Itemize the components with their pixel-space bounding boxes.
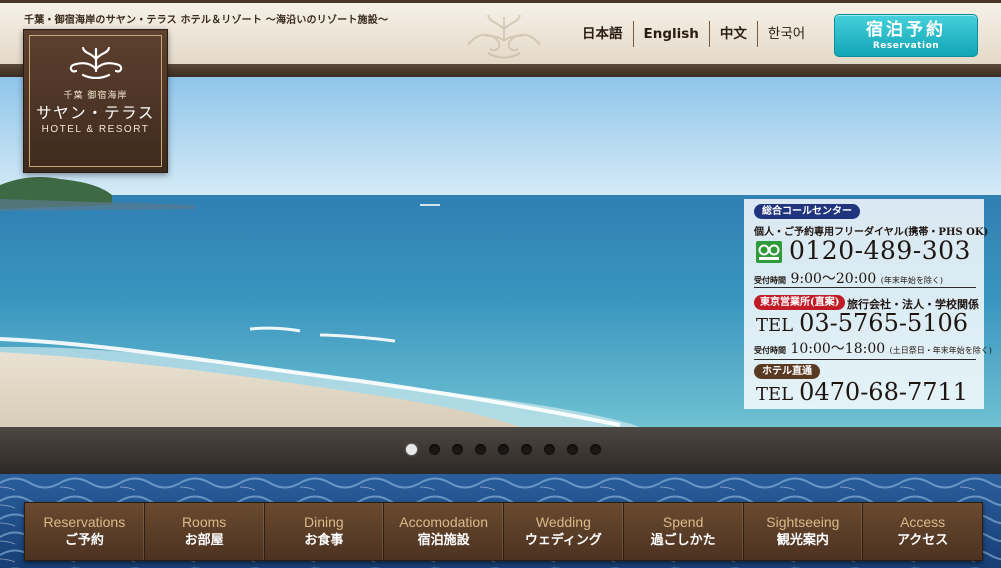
tokyo-hours-label: 受付時間	[754, 345, 786, 355]
nav-rooms[interactable]: Rooms お部屋	[145, 503, 265, 560]
nav-label-en: Dining	[304, 514, 344, 530]
decorative-ornament-icon	[467, 14, 541, 59]
nav-reservations[interactable]: Reservations ご予約	[25, 503, 145, 560]
site-tagline: 千葉・御宿海岸のサヤン・テラス ホテル＆リゾート 〜海沿いのリゾート施設〜	[24, 15, 389, 26]
slider-dot[interactable]	[544, 444, 555, 455]
tokyo-hours-time: 10:00〜18:00	[790, 341, 886, 357]
logo-location: 千葉 御宿海岸	[63, 91, 128, 101]
logo-emblem-icon	[69, 46, 122, 79]
nav-sightseeing[interactable]: Sightseeing 観光案内	[744, 503, 864, 560]
contact-divider	[754, 359, 976, 360]
nav-dining[interactable]: Dining お食事	[265, 503, 385, 560]
nav-accomodation[interactable]: Accomodation 宿泊施設	[384, 503, 504, 560]
nav-label-en: Rooms	[181, 514, 227, 530]
main-navigation: Reservations ご予約 Rooms お部屋 Dining お食事 Ac…	[24, 502, 983, 561]
tokyo-office-badge: 東京営業所(直案)	[754, 295, 846, 310]
nav-label-ja: アクセス	[896, 533, 949, 548]
nav-label-en: Access	[900, 514, 946, 530]
nav-label-en: Sightseeing	[766, 514, 840, 530]
lang-japanese-link[interactable]: 日本語	[572, 21, 633, 47]
reservation-button-sublabel: Reservation	[872, 41, 940, 51]
nav-label-ja: 過ごしかた	[650, 533, 716, 548]
contact-divider	[754, 287, 976, 288]
lang-korean-link[interactable]: 한국어	[756, 21, 815, 47]
nav-wedding[interactable]: Wedding ウェディング	[504, 503, 624, 560]
hotel-direct-phone[interactable]: TEL 0470-68-7711	[756, 378, 968, 406]
freedial-icon	[756, 241, 782, 263]
tel-label: TEL	[756, 315, 794, 336]
call-center-badge: 総合コールセンター	[754, 204, 860, 219]
logo-frame: 千葉 御宿海岸 サヤン・テラス HOTEL & RESORT	[29, 35, 162, 167]
nav-spend[interactable]: Spend 過ごしかた	[624, 503, 744, 560]
language-switcher: 日本語 English 中文 한국어	[572, 21, 815, 47]
reservation-button[interactable]: 宿泊予約 Reservation	[834, 14, 978, 57]
nav-label-ja: お部屋	[184, 533, 224, 548]
freedial-hours: 受付時間 9:00〜20:00 (年末年始を除く)	[754, 268, 943, 288]
nav-label-en: Wedding	[535, 514, 591, 530]
reservation-button-label: 宿泊予約	[866, 20, 946, 40]
hotel-direct-number: 0470-68-7711	[799, 378, 969, 406]
slider-dot[interactable]	[406, 444, 417, 455]
nav-label-ja: ご予約	[64, 533, 104, 548]
nav-label-en: Accomodation	[399, 514, 488, 530]
tokyo-office-number: 03-5765-5106	[799, 309, 969, 337]
freedial-hours-label: 受付時間	[754, 275, 786, 285]
nav-label-en: Spend	[662, 514, 704, 530]
tokyo-office-phone[interactable]: TEL 03-5765-5106	[756, 309, 968, 337]
lang-english-link[interactable]: English	[632, 21, 709, 47]
hotel-direct-badge: ホテル直通	[754, 364, 820, 379]
nav-label-ja: 宿泊施設	[417, 533, 470, 548]
logo-english-name: HOTEL & RESORT	[41, 124, 150, 135]
slider-dot[interactable]	[567, 444, 578, 455]
tokyo-office-hours: 受付時間 10:00〜18:00 (土日祭日・年末年始を除く)	[754, 338, 992, 358]
freedial-hours-note: (年末年始を除く)	[880, 276, 943, 285]
slider-pager	[406, 444, 601, 455]
slider-dot[interactable]	[498, 444, 509, 455]
site-logo[interactable]: 千葉 御宿海岸 サヤン・テラス HOTEL & RESORT	[23, 29, 168, 173]
nav-access[interactable]: Access アクセス	[863, 503, 982, 560]
freedial-hours-time: 9:00〜20:00	[790, 271, 877, 287]
tokyo-hours-note: (土日祭日・年末年始を除く)	[889, 346, 992, 355]
lang-chinese-link[interactable]: 中文	[708, 21, 757, 47]
slider-dot[interactable]	[429, 444, 440, 455]
slider-dot[interactable]	[521, 444, 532, 455]
tel-label: TEL	[756, 384, 794, 405]
nav-label-en: Reservations	[43, 514, 126, 530]
slider-dot[interactable]	[475, 444, 486, 455]
nav-label-ja: ウェディング	[524, 533, 602, 548]
call-center-panel: 総合コールセンター 個人・ご予約専用フリーダイヤル(携帯・PHS OK) 012…	[744, 199, 992, 409]
slider-dot[interactable]	[590, 444, 601, 455]
freedial-number[interactable]: 0120-489-303	[789, 236, 971, 265]
logo-hotel-name: サヤン・テラス	[36, 104, 155, 122]
slider-dot[interactable]	[452, 444, 463, 455]
nav-label-ja: お食事	[304, 533, 344, 548]
nav-label-ja: 観光案内	[776, 533, 829, 548]
